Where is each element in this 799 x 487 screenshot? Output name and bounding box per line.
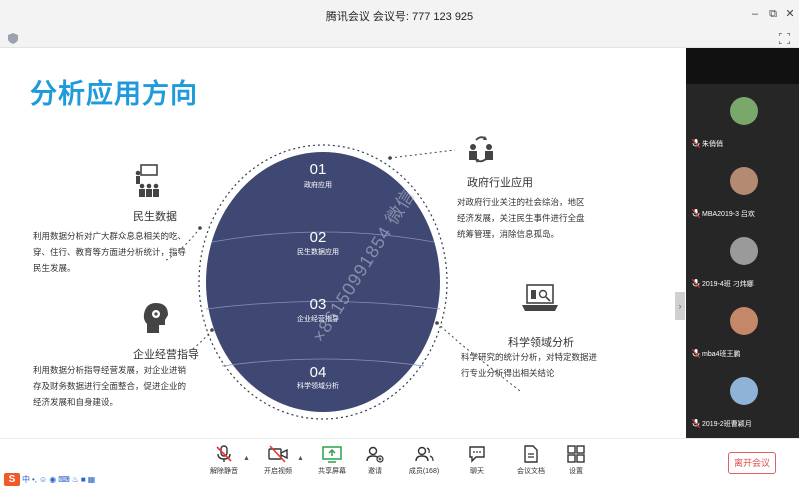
participant-name: 朱俏俏	[702, 141, 723, 148]
restore-icon[interactable]: ⧉	[765, 6, 781, 22]
info-bar	[0, 30, 799, 48]
participant-tile[interactable]: 朱俏俏	[686, 88, 799, 154]
tool-label: 开启视频	[264, 468, 292, 475]
exchange-people-icon	[469, 136, 493, 163]
body-line: 民生发展。	[33, 263, 76, 273]
ime-keyboard-icon[interactable]: ⌨	[58, 475, 70, 484]
section-title-qiye: 企业经营指导	[133, 349, 199, 361]
fullscreen-icon[interactable]	[779, 33, 790, 44]
members-icon	[415, 446, 434, 462]
ime-emoji-icon[interactable]: ☺	[39, 475, 47, 484]
body-line: 经济发展，关注民生事件进行全盘	[457, 213, 585, 223]
avatar	[730, 307, 758, 335]
document-icon	[524, 445, 538, 463]
laptop-analysis-icon	[522, 284, 558, 311]
sogou-logo: S	[4, 472, 20, 486]
add-user-icon	[366, 446, 384, 463]
body-line: 行专业分析得出相关结论	[461, 368, 555, 378]
participant-panel: 朱俏俏 MBA2019-3 吕欢 2019-4班 刁炜娜 mba4班王鹏 201…	[686, 48, 799, 438]
participant-tile[interactable]: MBA2019-3 吕欢	[686, 158, 799, 224]
start-video-button[interactable]: 开启视频	[254, 445, 302, 476]
mic-muted-icon	[692, 209, 700, 218]
chat-button[interactable]: 聊天	[453, 445, 501, 476]
tool-label: 邀请	[368, 468, 382, 475]
collapse-panel-arrow[interactable]: ›	[675, 292, 685, 320]
video-options-caret[interactable]: ▲	[297, 455, 304, 462]
ime-punctuation-icon[interactable]: •,	[32, 475, 37, 484]
ime-shirt-icon[interactable]: ■	[81, 475, 86, 484]
body-line: 利用数据分析指导经营发展，对企业进销	[33, 365, 187, 375]
unmute-button[interactable]: 解除静音	[200, 445, 248, 476]
mic-muted-icon	[692, 279, 700, 288]
participant-tile[interactable]: mba4班王鹏	[686, 298, 799, 364]
tool-label: 聊天	[470, 468, 484, 475]
participant-name: mba4班王鹏	[702, 351, 741, 358]
close-icon[interactable]: ✕	[782, 6, 798, 22]
mic-muted-icon	[692, 419, 700, 428]
participant-name: 2019-4班 刁炜娜	[702, 281, 754, 288]
presentation-people-icon	[135, 164, 159, 197]
mic-off-icon	[216, 445, 232, 462]
share-screen-button[interactable]: 共享屏幕	[308, 445, 356, 476]
section-title-minsheng: 民生数据	[133, 211, 177, 223]
ime-toolbar[interactable]: S 中 •, ☺ ◉ ⌨ ♨ ■ ▦	[4, 472, 95, 486]
section-title-zhengfu: 政府行业应用	[467, 177, 533, 189]
leave-meeting-button[interactable]: 离开会议	[728, 452, 776, 474]
audio-options-caret[interactable]: ▲	[243, 455, 250, 462]
participant-name: 2019-2班曹颖月	[702, 421, 752, 428]
body-line: 利用数据分析对广大群众息息相关的吃、	[33, 231, 187, 241]
body-line: 穿、住行、教育等方面进分析统计，指导	[33, 247, 187, 257]
body-line: 存及财务数据进行全面整合，促进企业的	[33, 381, 187, 391]
tool-label: 会议文档	[517, 468, 545, 475]
body-line: 统筹管理，消除信息孤岛。	[457, 229, 560, 239]
title-bar: 腾讯会议 会议号: 777 123 925 – ⧉ ✕	[0, 0, 799, 30]
tool-label: 成员(168)	[408, 468, 440, 475]
camera-off-icon	[268, 445, 288, 463]
section-body-minsheng: 利用数据分析对广大群众息息相关的吃、 穿、住行、教育等方面进分析统计，指导 民生…	[33, 228, 186, 276]
chat-icon	[469, 446, 485, 463]
body-line: 科学研究的统计分析，对特定数据进	[461, 352, 598, 362]
shared-slide: 分析应用方向 01 政府应用 02 民生数据应用 03 企业经营指导 04 科学…	[0, 48, 686, 438]
mic-muted-icon	[692, 349, 700, 358]
participant-tile[interactable]: 2019-2班曹颖月	[686, 368, 799, 434]
participant-name: MBA2019-3 吕欢	[702, 211, 755, 218]
avatar	[730, 167, 758, 195]
participant-tile[interactable]: 2019-4班 刁炜娜	[686, 228, 799, 294]
head-gear-icon	[143, 303, 168, 333]
avatar	[730, 97, 758, 125]
mic-muted-icon	[692, 139, 700, 148]
tool-label: 解除静音	[210, 468, 238, 475]
body-line: 经济发展和自身建设。	[33, 397, 119, 407]
ime-voice-icon[interactable]: ◉	[49, 475, 56, 484]
minimize-icon[interactable]: –	[747, 6, 763, 22]
panel-header	[686, 48, 799, 84]
settings-button[interactable]: 设置	[552, 445, 600, 476]
invite-button[interactable]: 邀请	[351, 445, 399, 476]
tool-label: 共享屏幕	[318, 468, 346, 475]
meeting-toolbar: 解除静音 ▲ 开启视频 ▲ 共享屏幕 邀请 成员(168) 聊天 会议文档 设置…	[0, 438, 799, 487]
section-title-kexue: 科学领域分析	[508, 337, 574, 349]
ime-language[interactable]: 中	[22, 474, 30, 485]
ime-grid-icon[interactable]: ▦	[88, 475, 96, 484]
shield-icon[interactable]	[8, 33, 18, 44]
meeting-docs-button[interactable]: 会议文档	[507, 445, 555, 476]
avatar	[730, 237, 758, 265]
window-title: 腾讯会议 会议号: 777 123 925	[325, 11, 474, 23]
section-body-zhengfu: 对政府行业关注的社会综治，地区 经济发展，关注民生事件进行全盘 统筹管理，消除信…	[457, 194, 585, 242]
tool-label: 设置	[569, 468, 583, 475]
section-body-qiye: 利用数据分析指导经营发展，对企业进销 存及财务数据进行全面整合，促进企业的 经济…	[33, 362, 186, 410]
avatar	[730, 377, 758, 405]
share-screen-icon	[322, 446, 342, 463]
settings-grid-icon	[567, 445, 585, 463]
section-body-kexue: 科学研究的统计分析，对特定数据进 行专业分析得出相关结论	[461, 349, 597, 381]
members-button[interactable]: 成员(168)	[400, 445, 448, 476]
ime-skin-icon[interactable]: ♨	[72, 475, 79, 484]
body-line: 对政府行业关注的社会综治，地区	[457, 197, 585, 207]
